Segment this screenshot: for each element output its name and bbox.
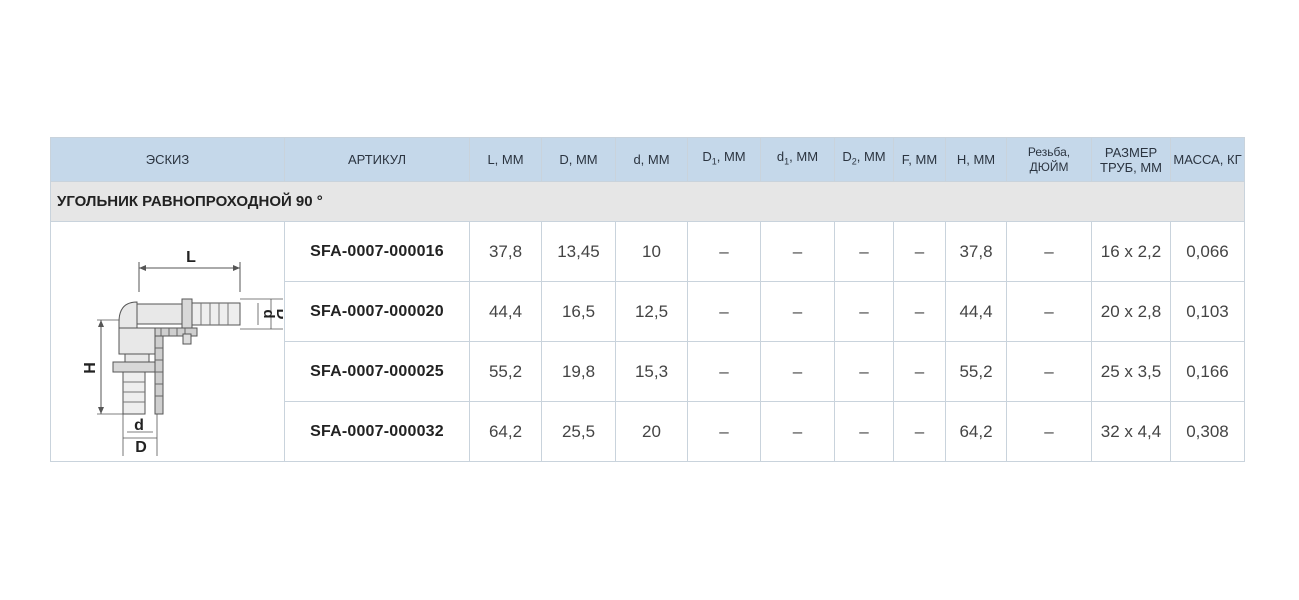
header-d: d, MM	[615, 137, 688, 182]
cell-L: 55,2	[469, 341, 542, 402]
sketch-label-D-bottom: D	[135, 439, 147, 456]
table-row: L d H d D SFA-0007-000016 37,8 13,45 10 …	[50, 221, 1245, 462]
spec-table: ЭСКИЗ АРТИКУЛ L, MM D, MM d, MM D1, MM d…	[50, 137, 1245, 462]
cell-D2: –	[834, 221, 894, 282]
sketch-cell: L d H d D	[50, 221, 290, 462]
cell-pipe-size: 20 x 2,8	[1091, 281, 1171, 342]
header-F: F, MM	[893, 137, 946, 182]
cell-pipe-size: 16 x 2,2	[1091, 221, 1171, 282]
cell-D: 19,8	[541, 341, 616, 402]
cell-d1: –	[760, 401, 835, 462]
section-title: УГОЛЬНИК РАВНОПРОХОДНОЙ 90 °	[50, 181, 1245, 222]
cell-L: 44,4	[469, 281, 542, 342]
sketch-label-d-bottom: d	[134, 417, 144, 434]
cell-article: SFA-0007-000020	[284, 281, 470, 342]
cell-D2: –	[834, 281, 894, 342]
header-mass: МАССА, КГ	[1170, 137, 1245, 182]
cell-D1: –	[687, 341, 761, 402]
sketch-label-L: L	[186, 249, 196, 266]
cell-L: 37,8	[469, 221, 542, 282]
cell-F: –	[893, 341, 946, 402]
cell-thread: –	[1006, 281, 1092, 342]
header-d1: d1, MM	[760, 137, 835, 182]
cell-F: –	[893, 401, 946, 462]
cell-thread: –	[1006, 341, 1092, 402]
cell-H: 55,2	[945, 341, 1007, 402]
cell-thread: –	[1006, 221, 1092, 282]
cell-H: 44,4	[945, 281, 1007, 342]
cell-d: 12,5	[615, 281, 688, 342]
cell-mass: 0,166	[1170, 341, 1245, 402]
header-pipe-size: РАЗМЕР ТРУБ, ММ	[1091, 137, 1171, 182]
cell-H: 37,8	[945, 221, 1007, 282]
cell-pipe-size: 32 x 4,4	[1091, 401, 1171, 462]
cell-mass: 0,308	[1170, 401, 1245, 462]
cell-L: 64,2	[469, 401, 542, 462]
cell-D1: –	[687, 221, 761, 282]
cell-d: 15,3	[615, 341, 688, 402]
elbow-fitting-drawing: L d H d D	[82, 249, 290, 456]
cell-D2: –	[834, 341, 894, 402]
sketch-label-D-side: D	[273, 309, 283, 320]
header-D: D, MM	[541, 137, 616, 182]
cell-article: SFA-0007-000025	[284, 341, 470, 402]
cell-d: 20	[615, 401, 688, 462]
cell-D: 25,5	[541, 401, 616, 462]
header-D2: D2, MM	[834, 137, 894, 182]
header-article: АРТИКУЛ	[284, 137, 470, 182]
cell-mass: 0,066	[1170, 221, 1245, 282]
cell-D2: –	[834, 401, 894, 462]
cell-d1: –	[760, 341, 835, 402]
cell-D1: –	[687, 401, 761, 462]
cell-D: 13,45	[541, 221, 616, 282]
header-D1: D1, MM	[687, 137, 761, 182]
section-row: УГОЛЬНИК РАВНОПРОХОДНОЙ 90 °	[50, 181, 1245, 222]
cell-article: SFA-0007-000032	[284, 401, 470, 462]
cell-d: 10	[615, 221, 688, 282]
sketch-label-H: H	[82, 362, 99, 374]
cell-mass: 0,103	[1170, 281, 1245, 342]
cell-pipe-size: 25 x 3,5	[1091, 341, 1171, 402]
cell-d1: –	[760, 221, 835, 282]
cell-H: 64,2	[945, 401, 1007, 462]
cell-F: –	[893, 221, 946, 282]
cell-d1: –	[760, 281, 835, 342]
header-row: ЭСКИЗ АРТИКУЛ L, MM D, MM d, MM D1, MM d…	[50, 137, 1245, 182]
cell-F: –	[893, 281, 946, 342]
header-thread: Резьба, ДЮЙМ	[1006, 137, 1092, 182]
header-H: H, MM	[945, 137, 1007, 182]
cell-D1: –	[687, 281, 761, 342]
header-sketch: ЭСКИЗ	[50, 137, 285, 182]
cell-thread: –	[1006, 401, 1092, 462]
cell-D: 16,5	[541, 281, 616, 342]
cell-article: SFA-0007-000016	[284, 221, 470, 282]
header-L: L, MM	[469, 137, 542, 182]
